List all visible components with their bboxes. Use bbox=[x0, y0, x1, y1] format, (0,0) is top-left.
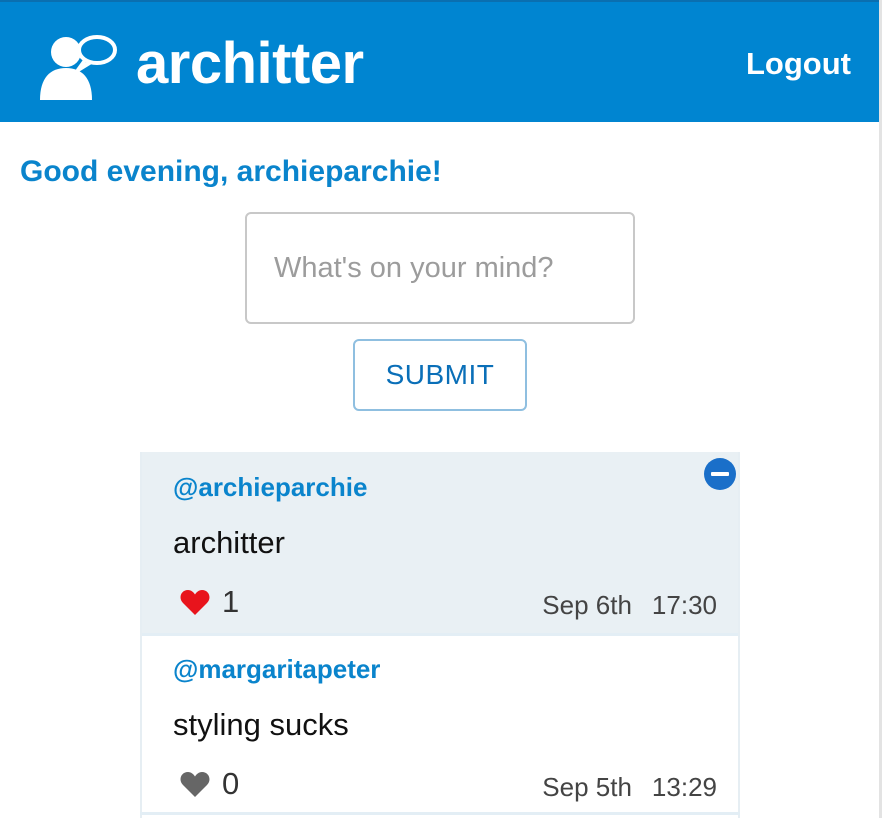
like-button[interactable]: 0 bbox=[180, 766, 239, 802]
post-card: @margaritapeter styling sucks 0 Sep 5th 1… bbox=[142, 633, 738, 815]
brand-name[interactable]: architter bbox=[136, 32, 364, 96]
post-text: architter bbox=[173, 525, 285, 560]
post-date: Sep 6th bbox=[542, 590, 632, 620]
minus-circle-icon[interactable] bbox=[703, 457, 737, 491]
heart-icon bbox=[180, 590, 210, 615]
post-feed: @archieparchie architter 1 Sep 6th 17:30 … bbox=[140, 452, 740, 818]
logout-link[interactable]: Logout bbox=[746, 46, 851, 82]
post-timestamp: Sep 5th 13:29 bbox=[542, 772, 717, 802]
post-time: 13:29 bbox=[651, 772, 717, 802]
divider bbox=[140, 812, 740, 815]
submit-button[interactable]: SUBMIT bbox=[353, 339, 527, 411]
greeting-heading: Good evening, archieparchie! bbox=[20, 155, 442, 188]
top-navbar: architter Logout bbox=[0, 0, 879, 122]
users-chat-icon bbox=[40, 35, 117, 100]
post-text: styling sucks bbox=[173, 707, 349, 742]
post-timestamp: Sep 6th 17:30 bbox=[542, 590, 717, 620]
compose-input[interactable] bbox=[245, 212, 635, 324]
post-author-link[interactable]: @margaritapeter bbox=[173, 654, 380, 684]
post-card: @archieparchie architter 1 Sep 6th 17:30 bbox=[142, 452, 738, 634]
app-window: architter Logout Good evening, archiepar… bbox=[0, 0, 882, 818]
post-date: Sep 5th bbox=[542, 772, 632, 802]
post-author-link[interactable]: @archieparchie bbox=[173, 472, 367, 502]
like-count: 1 bbox=[222, 584, 240, 619]
post-time: 17:30 bbox=[651, 590, 717, 620]
heart-icon bbox=[180, 772, 210, 797]
like-button[interactable]: 1 bbox=[180, 584, 239, 620]
like-count: 0 bbox=[222, 766, 240, 801]
